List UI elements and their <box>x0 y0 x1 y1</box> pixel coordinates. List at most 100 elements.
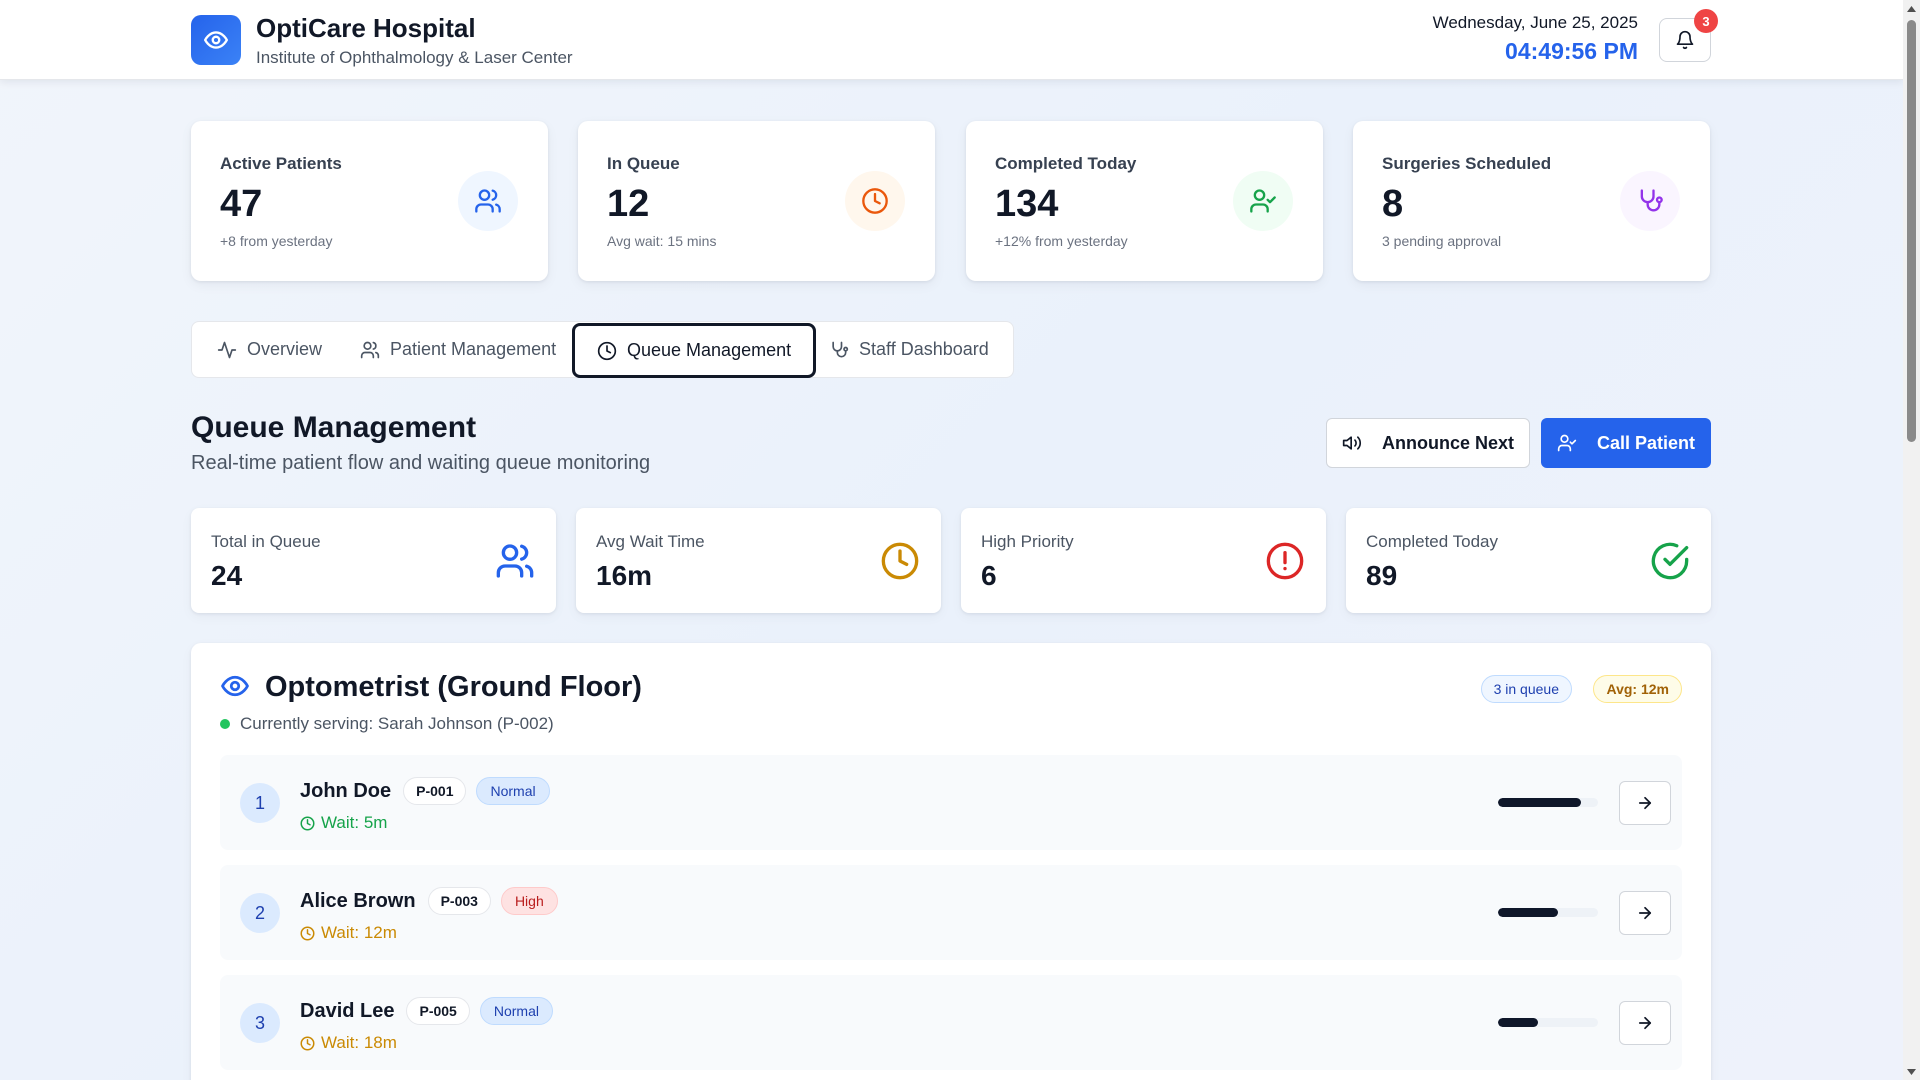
patient-info: Alice Brown P-003 High <box>300 887 558 915</box>
page: OptiCare Hospital Institute of Ophthalmo… <box>0 0 1903 1080</box>
queue-title: Optometrist (Ground Floor) <box>265 671 642 703</box>
tab-patient-management[interactable]: Patient Management <box>360 322 556 377</box>
eye-logo-icon <box>191 15 241 65</box>
clock-icon <box>879 540 921 582</box>
wait-time: Wait: 5m <box>300 813 387 833</box>
call-patient-button[interactable]: Call Patient <box>1541 418 1711 468</box>
stethoscope-icon <box>832 341 849 357</box>
tab-label: Queue Management <box>627 340 792 360</box>
call-next-arrow-button[interactable] <box>1619 1001 1671 1045</box>
priority-badge: High <box>500 887 558 915</box>
tab-queue-management[interactable]: Queue Management <box>572 323 817 378</box>
stat-subtext: +12% from yesterday <box>995 233 1128 249</box>
brand-subtitle: Institute of Ophthalmology & Laser Cente… <box>256 48 573 67</box>
app-header: OptiCare Hospital Institute of Ophthalmo… <box>0 0 1903 80</box>
tab-label: Staff Dashboard <box>859 339 989 359</box>
priority-badge: Normal <box>476 777 550 805</box>
queue-panel-optometrist: Optometrist (Ground Floor) Currently ser… <box>191 643 1711 1080</box>
arrow-right-icon <box>1638 1016 1652 1030</box>
wait-progress-fill <box>1498 908 1558 917</box>
currently-serving: Currently serving: Sarah Johnson (P-002) <box>220 714 554 734</box>
wait-progress-fill <box>1498 1018 1538 1027</box>
wait-time-text: Wait: 5m <box>321 813 388 832</box>
section-subtitle: Real-time patient flow and waiting queue… <box>191 452 651 474</box>
section-title: Queue Management <box>191 411 477 444</box>
wait-time: Wait: 18m <box>300 1033 397 1053</box>
priority-badge: Normal <box>479 997 553 1025</box>
mini-stat-value: 6 <box>981 560 997 591</box>
status-dot <box>220 719 230 729</box>
mini-stat-value: 89 <box>1366 560 1398 591</box>
clock-icon <box>597 341 617 360</box>
wait-progress-bar <box>1498 1018 1598 1027</box>
stat-label: Surgeries Scheduled <box>1382 154 1552 173</box>
mini-stat-label: Total in Queue <box>211 532 321 551</box>
stat-card-surgeries: Surgeries Scheduled 8 3 pending approval <box>1353 121 1710 281</box>
stat-subtext: Avg wait: 15 mins <box>607 233 717 249</box>
patient-info: David Lee P-005 Normal <box>300 997 553 1025</box>
scroll-up-arrow-icon[interactable] <box>1903 0 1920 17</box>
stat-value: 47 <box>220 183 263 225</box>
stat-label: Active Patients <box>220 154 342 173</box>
queue-position: 2 <box>240 893 280 933</box>
patient-id-badge: P-001 <box>403 777 467 805</box>
alert-circle-icon <box>1264 540 1306 582</box>
stat-card-active-patients: Active Patients 47 +8 from yesterday <box>191 121 548 281</box>
stat-value: 12 <box>607 183 650 225</box>
patient-name: David Lee <box>300 999 395 1022</box>
currently-serving-text: Currently serving: Sarah Johnson (P-002) <box>240 714 554 733</box>
patient-id-badge: P-003 <box>427 887 491 915</box>
scroll-down-arrow-icon[interactable] <box>1903 1063 1920 1080</box>
tab-overview[interactable]: Overview <box>217 322 322 377</box>
wait-time-text: Wait: 12m <box>321 923 397 942</box>
stat-label: Completed Today <box>995 154 1137 173</box>
users-icon <box>494 540 536 582</box>
wait-time-text: Wait: 18m <box>321 1033 397 1052</box>
clock-icon <box>300 816 315 830</box>
current-date: Wednesday, June 25, 2025 <box>1432 13 1638 32</box>
call-next-arrow-button[interactable] <box>1619 891 1671 935</box>
call-next-arrow-button[interactable] <box>1619 781 1671 825</box>
queue-position: 1 <box>240 783 280 823</box>
queue-row: 1 John Doe P-001 Normal Wait: 5m <box>220 755 1682 850</box>
queue-position: 3 <box>240 1003 280 1043</box>
queue-row: 2 Alice Brown P-003 High Wait: 12m <box>220 865 1682 960</box>
bell-icon <box>1676 30 1694 50</box>
stat-subtext: +8 from yesterday <box>220 233 333 249</box>
stethoscope-icon <box>1620 171 1680 231</box>
users-icon <box>360 341 380 358</box>
mini-stat-high-priority: High Priority 6 <box>961 508 1326 613</box>
clock-icon <box>845 171 905 231</box>
mini-stat-value: 16m <box>596 560 653 591</box>
announce-next-button[interactable]: Announce Next <box>1326 418 1530 468</box>
queue-count-badge: 3 in queue <box>1480 675 1572 703</box>
page-scrollbar[interactable] <box>1903 0 1920 1080</box>
clock-icon <box>300 926 315 940</box>
current-time: 04:49:56 PM <box>1505 38 1638 64</box>
tab-label: Patient Management <box>390 339 557 359</box>
tab-staff-dashboard[interactable]: Staff Dashboard <box>829 322 989 377</box>
mini-stat-completed-today: Completed Today 89 <box>1346 508 1711 613</box>
mini-stat-label: Completed Today <box>1366 532 1498 551</box>
stat-subtext: 3 pending approval <box>1382 233 1502 249</box>
patient-id-badge: P-005 <box>406 997 470 1025</box>
avg-wait-badge: Avg: 12m <box>1593 675 1682 703</box>
mini-stat-value: 24 <box>211 560 243 591</box>
tab-label: Overview <box>247 339 323 359</box>
wait-time: Wait: 12m <box>300 923 397 943</box>
arrow-right-icon <box>1638 796 1652 810</box>
mini-stat-avg-wait: Avg Wait Time 16m <box>576 508 941 613</box>
mini-stat-label: Avg Wait Time <box>596 532 705 551</box>
arrow-right-icon <box>1638 906 1652 920</box>
stat-value: 134 <box>995 183 1059 225</box>
speaker-icon <box>1342 436 1362 450</box>
scrollbar-thumb[interactable] <box>1907 20 1916 442</box>
user-check-icon <box>1557 434 1577 452</box>
stat-label: In Queue <box>607 154 680 173</box>
patient-name: Alice Brown <box>300 889 416 912</box>
announce-next-label: Announce Next <box>1381 432 1514 453</box>
activity-icon <box>217 341 237 358</box>
stat-card-completed-today: Completed Today 134 +12% from yesterday <box>966 121 1323 281</box>
user-check-icon <box>1233 171 1293 231</box>
eye-icon <box>220 671 250 706</box>
